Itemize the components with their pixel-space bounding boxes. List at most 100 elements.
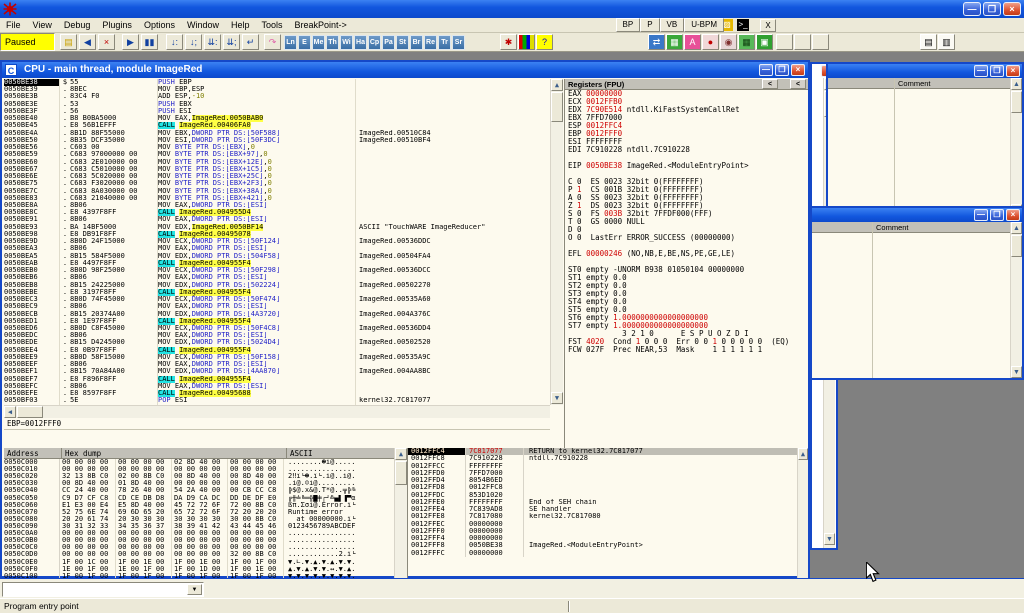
disasm-row[interactable]: 0050BED6.8B0D C8F45000MOV ECX,DWORD PTR … <box>4 325 550 332</box>
disasm-row[interactable]: 0050BE3E.53PUSH EBX <box>4 101 550 108</box>
window-button-pa[interactable]: Pa <box>382 35 395 50</box>
patch-icon[interactable]: ▦ <box>666 34 683 50</box>
menu-help[interactable]: Help <box>225 18 256 30</box>
close-button[interactable]: × <box>1006 65 1020 77</box>
disasm-row[interactable]: 0050BEBE.E8 3197F8FFCALL ImageRed.004955… <box>4 289 550 296</box>
goto-icon[interactable]: ↷ <box>264 34 281 50</box>
trace-spiral-icon[interactable]: ◉ <box>720 34 737 50</box>
scroll-down-icon[interactable]: ▼ <box>824 533 835 545</box>
disasm-row[interactable]: 0050BE59.C683 97000000 00MOV BYTE PTR DS… <box>4 151 550 158</box>
disasm-row[interactable]: 0050BEDE.8B15 D4245000MOV EDX,DWORD PTR … <box>4 339 550 346</box>
menu-debug[interactable]: Debug <box>58 18 97 30</box>
disasm-row[interactable]: 0050BEE9.8B0D 58F15000MOV ECX,DWORD PTR … <box>4 354 550 361</box>
panel-scrollbar[interactable]: ▲ ▼ <box>1010 222 1022 378</box>
stack-row[interactable]: 0012FFC47C817077RETURN to kernel32.7C817… <box>408 448 797 455</box>
scroll-up-icon[interactable]: ▲ <box>395 448 407 460</box>
register-line[interactable]: EDI 7C910228 ntdll.7C910228 <box>565 146 808 154</box>
window-button-wi[interactable]: Wi <box>340 35 353 50</box>
stack-row[interactable]: 0012FFF80050BE38ImageRed.<ModuleEntryPoi… <box>408 542 797 549</box>
minimize-button[interactable]: — <box>974 209 988 221</box>
dump-header-hex[interactable]: Hex dump <box>62 448 287 458</box>
scroll-up-icon[interactable]: ▲ <box>1011 222 1022 234</box>
collapse-left-icon[interactable]: < <box>762 79 778 89</box>
window-button-sr[interactable]: Sr <box>452 35 465 50</box>
register-line[interactable]: T 0 GS 0000 NULL <box>565 218 808 226</box>
appearance-icon[interactable]: ▉ <box>518 34 535 50</box>
disasm-row[interactable]: 0050BE4A.8B1D 88F55000MOV EBX,DWORD PTR … <box>4 130 550 137</box>
disasm-row[interactable]: 0050BED1.E8 1E97F8FFCALL ImageRed.004955… <box>4 318 550 325</box>
scroll-up-icon[interactable]: ▲ <box>551 79 563 91</box>
menu-file[interactable]: File <box>0 18 27 30</box>
panel-scrollbar[interactable]: ▲ ▼ <box>1010 78 1022 216</box>
dump-scrollbar[interactable]: ▲ <box>394 448 407 580</box>
comment-panel-2-titlebar[interactable]: — ❐ × <box>812 208 1022 222</box>
disasm-row[interactable]: 0050BEC3.8B0D 74F45000MOV ECX,DWORD PTR … <box>4 296 550 303</box>
disasm-row[interactable]: 0050BEE4.E8 0B97F8FFCALL ImageRed.004955… <box>4 347 550 354</box>
window-button-cp[interactable]: Cp <box>368 35 381 50</box>
scroll-up-icon[interactable]: ▲ <box>798 448 808 460</box>
column-header[interactable] <box>812 222 872 233</box>
return-icon[interactable]: ↵ <box>242 34 259 50</box>
close-button[interactable]: × <box>1006 209 1020 221</box>
plugin-button-p[interactable]: P <box>640 18 659 32</box>
stack-row[interactable]: 0012FFF000000000 <box>408 528 797 535</box>
step-over-icon[interactable]: ↓; <box>185 34 202 50</box>
disasm-row[interactable]: 0050BEB0.8B0D 98F25000MOV ECX,DWORD PTR … <box>4 267 550 274</box>
disassembly-hscrollbar[interactable]: ◀ <box>4 405 550 418</box>
disasm-row[interactable]: 0050BE83.C683 21040000 00MOV BYTE PTR DS… <box>4 195 550 202</box>
minimize-button[interactable]: — <box>974 65 988 77</box>
disasm-row[interactable]: 0050BE91.8B06MOV EAX,DWORD PTR DS:[ESI] <box>4 216 550 223</box>
column-header[interactable] <box>828 78 894 89</box>
menu-tools[interactable]: Tools <box>256 18 289 30</box>
disasm-row[interactable]: 0050BE50.8B35 DCF35000MOV ESI,DWORD PTR … <box>4 137 550 144</box>
disasm-row[interactable]: 0050BE93.BA 14BF5000MOV EDX,ImageRed.005… <box>4 224 550 231</box>
disasm-row[interactable]: 0050BE9D.8B0D 24F15000MOV ECX,DWORD PTR … <box>4 238 550 245</box>
disasm-row[interactable]: 0050BEA5.8B15 584F5000MOV EDX,DWORD PTR … <box>4 253 550 260</box>
keypad-icon[interactable]: ▦ <box>738 34 755 50</box>
menu-window[interactable]: Window <box>181 18 225 30</box>
close-program-icon[interactable]: × <box>98 34 115 50</box>
stack-row[interactable]: 0012FFD80012FFC8 <box>408 484 797 491</box>
disasm-row[interactable]: 0050BE40.B8 B0BA5000MOV EAX,ImageRed.005… <box>4 115 550 122</box>
disasm-row[interactable]: 0050BE60.C683 2E010000 00MOV BYTE PTR DS… <box>4 159 550 166</box>
window-button-br[interactable]: Br <box>410 35 423 50</box>
stack-row[interactable]: 0012FFD48054B6ED <box>408 477 797 484</box>
disasm-row[interactable]: 0050BEF7.E8 F896F8FFCALL ImageRed.004955… <box>4 376 550 383</box>
maximize-button[interactable]: ❐ <box>775 64 789 76</box>
disasm-row[interactable]: 0050BE8C.E8 4397F8FFCALL ImageRed.004955… <box>4 209 550 216</box>
help-icon[interactable]: ? <box>536 34 553 50</box>
restart-icon[interactable]: ◀ <box>79 34 96 50</box>
window-button-ha[interactable]: Ha <box>354 35 367 50</box>
menu-options[interactable]: Options <box>138 18 181 30</box>
comment-column-header[interactable]: Comment <box>894 78 1010 89</box>
stack-row[interactable]: 0012FFEC00000000 <box>408 521 797 528</box>
close-button[interactable]: × <box>1003 2 1021 16</box>
plugin-button-bp[interactable]: BP <box>616 18 641 32</box>
assembler-icon[interactable]: A <box>684 34 701 50</box>
window-button-th[interactable]: Th <box>326 35 339 50</box>
disasm-row[interactable]: 0050BE3B.83C4 F0ADD ESP,-10 <box>4 93 550 100</box>
stack-scrollbar[interactable]: ▲ <box>797 448 808 580</box>
registers-pane[interactable]: Registers (FPU) < < EAX 00000000ECX 0012… <box>564 79 808 448</box>
stack-row[interactable]: 0012FFFC00000000 <box>408 550 797 557</box>
disasm-row[interactable]: 0050BEFC.8B06MOV EAX,DWORD PTR DS:[ESI] <box>4 383 550 390</box>
breakpoint-ball-icon[interactable]: ● <box>702 34 719 50</box>
minimize-button[interactable]: — <box>759 64 773 76</box>
plugin-button-vb[interactable]: VB <box>660 18 685 32</box>
scroll-thumb[interactable] <box>1011 235 1022 257</box>
dump-pane[interactable]: 0050C00000 00 00 0000 00 00 0002 8D 40 0… <box>4 459 394 580</box>
disasm-row[interactable]: 0050BE75.C683 F3020000 00MOV BYTE PTR DS… <box>4 180 550 187</box>
register-line[interactable]: FCW 027F Prec NEAR,53 Mask 1 1 1 1 1 1 <box>565 346 808 354</box>
cpu-window-titlebar[interactable]: C CPU - main thread, module ImageRed — ❐… <box>2 62 808 78</box>
stack-row[interactable]: 0012FFC87C910228ntdll.7C910228 <box>408 455 797 462</box>
disasm-row[interactable]: 0050BEFE.E8 8597F8FFCALL ImageRed.004956… <box>4 390 550 397</box>
disasm-row[interactable]: 0050BEF1.8B15 70A84A00MOV EDX,DWORD PTR … <box>4 368 550 375</box>
combo-dropdown-icon[interactable]: ▼ <box>187 584 202 595</box>
window-button-me[interactable]: Me <box>312 35 325 50</box>
stack-pane[interactable]: 0012FFC47C817077RETURN to kernel32.7C817… <box>407 448 797 580</box>
register-line[interactable]: O 0 LastErr ERROR_SUCCESS (00000000) <box>565 234 808 242</box>
plugin-button-u-bpm[interactable]: U-BPM <box>684 18 724 32</box>
animate-into-icon[interactable]: ⇊: <box>204 34 221 50</box>
disasm-row[interactable]: 0050BEAB.E8 4497F8FFCALL ImageRed.004955… <box>4 260 550 267</box>
disasm-row[interactable]: 0050BF03.5EPOP ESIkernel32.7C817077 <box>4 397 550 404</box>
